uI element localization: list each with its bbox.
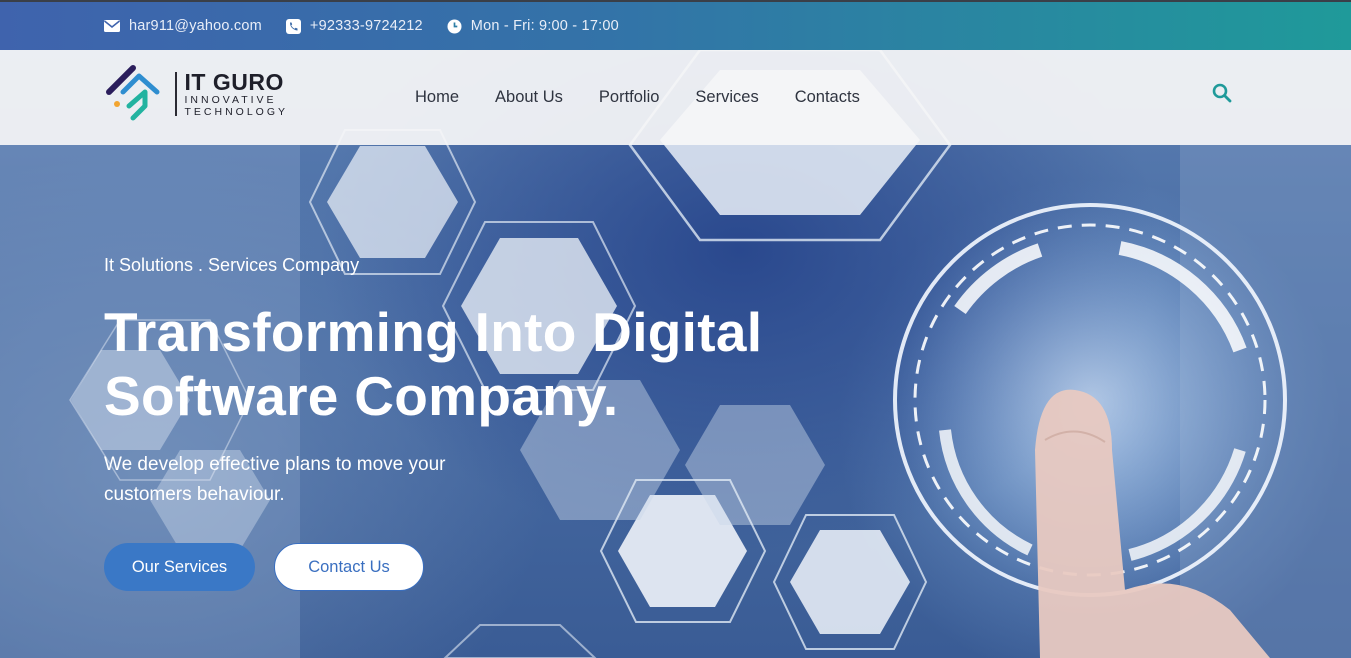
phone-icon (285, 18, 301, 34)
logo-text: IT GURO INNOVATIVE TECHNOLOGY (185, 70, 289, 118)
nav-portfolio[interactable]: Portfolio (599, 88, 660, 107)
logo-mark-icon (106, 65, 160, 121)
nav-home[interactable]: Home (415, 88, 459, 107)
hero-headline-line-2: Software Company. (104, 365, 619, 427)
hours-text: Mon - Fri: 9:00 - 17:00 (470, 18, 619, 34)
our-services-button[interactable]: Our Services (104, 543, 255, 591)
email-info[interactable]: har911@yahoo.com (104, 18, 262, 34)
nav-contacts[interactable]: Contacts (795, 88, 860, 107)
hero-headline-line-1: Transforming Into Digital (104, 301, 763, 363)
hero-headline: Transforming Into Digital Software Compa… (104, 300, 762, 428)
nav-about-us[interactable]: About Us (495, 88, 563, 107)
site-header: IT GURO INNOVATIVE TECHNOLOGY Home About… (0, 50, 1351, 145)
logo-tagline-1: INNOVATIVE (184, 94, 277, 106)
phone-info[interactable]: +92333-9724212 (285, 18, 423, 34)
logo-divider (175, 72, 177, 116)
email-text[interactable]: har911@yahoo.com (129, 18, 262, 34)
hero-subtext: We develop effective plans to move your … (104, 450, 524, 510)
contact-us-button[interactable]: Contact Us (274, 543, 424, 591)
hero-subtext-line-2: customers behaviour. (104, 484, 285, 505)
clock-icon (447, 19, 462, 33)
top-info-bar: har911@yahoo.com +92333-9724212 Mon - Fr… (0, 0, 1351, 50)
search-icon[interactable] (1212, 83, 1232, 103)
nav-services[interactable]: Services (695, 88, 758, 107)
logo-tagline-2: TECHNOLOGY (184, 106, 289, 118)
phone-text[interactable]: +92333-9724212 (310, 18, 423, 34)
logo-brand: IT GURO (184, 69, 284, 95)
site-logo[interactable]: IT GURO INNOVATIVE TECHNOLOGY (105, 62, 288, 126)
hero-subtext-line-1: We develop effective plans to move your (104, 454, 446, 475)
hours-info: Mon - Fri: 9:00 - 17:00 (447, 18, 619, 34)
envelope-icon (104, 20, 120, 32)
hero-eyebrow: It Solutions . Services Company (104, 255, 360, 275)
main-nav: Home About Us Portfolio Services Contact… (415, 50, 896, 145)
